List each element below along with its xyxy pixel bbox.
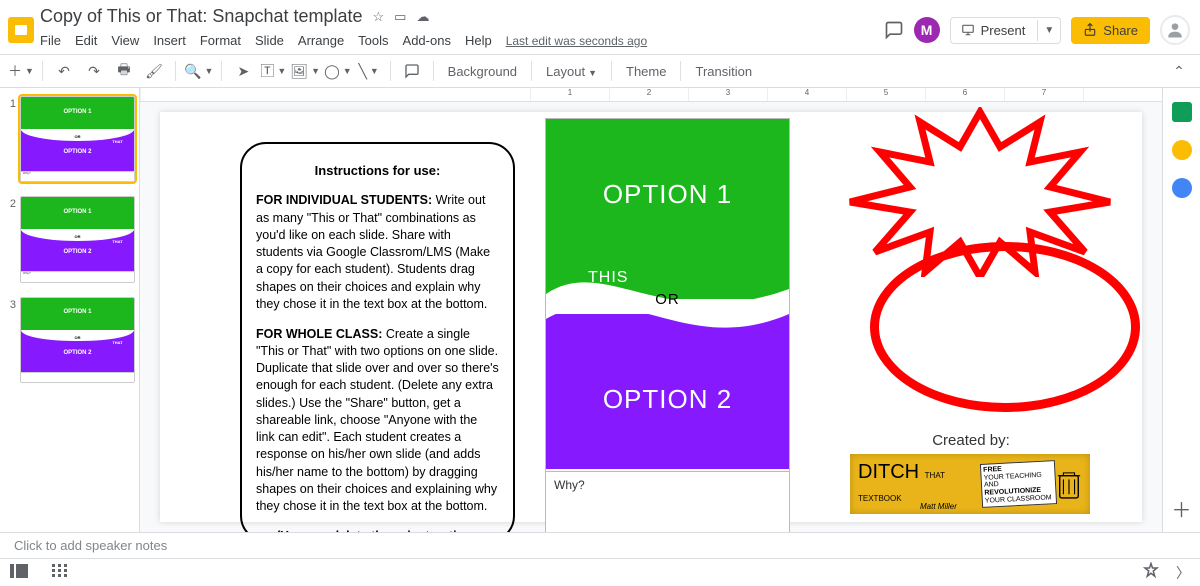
redo-button[interactable]: ↷ [81,58,107,84]
new-slide-button[interactable]: ＋▼ [8,58,34,84]
menu-slide[interactable]: Slide [255,33,284,48]
title-bar: Copy of This or That: Snapchat template … [0,0,1200,54]
collaborator-avatar[interactable]: M [914,17,940,43]
slide-number: 3 [4,297,16,383]
select-tool[interactable]: ➤ [230,58,256,84]
why-textbox[interactable]: Why? [546,471,789,532]
shape-area: Created by: DITCH THAT TEXTBOOK Matt Mil… [840,112,1122,512]
mini-option1: OPTION 1 [21,309,134,315]
star-icon[interactable]: ☆ [373,9,385,25]
individual-label: FOR INDIVIDUAL STUDENTS: [256,193,432,207]
speaker-notes[interactable]: Click to add speaker notes [0,532,1200,558]
layout-button[interactable]: Layout▼ [540,64,603,79]
side-panel: ＋ [1162,88,1200,532]
menu-help[interactable]: Help [465,33,492,48]
menu-insert[interactable]: Insert [153,33,186,48]
transition-button[interactable]: Transition [689,64,758,79]
menu-format[interactable]: Format [200,33,241,48]
slide-thumbnail-3[interactable]: OPTION 1 THIS OR THAT OPTION 2 [20,297,135,383]
filmstrip-view-icon[interactable] [10,564,28,581]
hide-sidepanel-icon[interactable]: 〉 [1176,563,1190,583]
bottom-bar: 〉 [0,558,1200,586]
delete-note: (You can delete these instructions befor… [256,528,499,532]
present-button-group: Present ▼ [950,17,1062,44]
comment-tool[interactable] [399,58,425,84]
created-by-label: Created by: [840,432,1102,449]
toolbar: ＋▼ ↶ ↷ 🖶 🖌 🔍▼ ➤ 🅃▼ 🖼▼ ◯▼ ╲▼ Background L… [0,54,1200,88]
instructions-box[interactable]: Instructions for use: FOR INDIVIDUAL STU… [240,142,515,532]
option1-label[interactable]: OPTION 1 [546,179,789,210]
menu-tools[interactable]: Tools [358,33,388,48]
image-tool[interactable]: 🖼▼ [290,58,320,84]
paint-format-button[interactable]: 🖌 [141,58,167,84]
present-dropdown[interactable]: ▼ [1037,20,1060,41]
mini-option1: OPTION 1 [21,209,134,215]
explore-icon[interactable] [1142,562,1160,583]
theme-button[interactable]: Theme [620,64,672,79]
menu-edit[interactable]: Edit [75,33,97,48]
slide-thumbnail-1[interactable]: OPTION 1 THIS OR THAT OPTION 2 Why? [20,96,135,182]
menu-addons[interactable]: Add-ons [403,33,451,48]
mini-why: Why? [23,271,31,275]
tasks-addon-icon[interactable] [1172,178,1192,198]
shape-tool[interactable]: ◯▼ [324,58,352,84]
workspace: 1 OPTION 1 THIS OR THAT OPTION 2 Why? 2 … [0,88,1200,532]
share-button[interactable]: Share [1071,17,1150,44]
slides-logo-icon[interactable] [8,17,34,43]
print-button[interactable]: 🖶 [111,58,137,84]
account-avatar[interactable] [1160,15,1190,45]
move-icon[interactable]: ▭ [394,9,406,25]
background-button[interactable]: Background [442,64,523,79]
comments-icon[interactable] [884,20,904,40]
trashcan-icon [1056,467,1082,501]
class-label: FOR WHOLE CLASS: [256,327,382,341]
horizontal-ruler: 12 34 56 7 [140,88,1162,102]
mini-that: THAT [112,340,122,345]
menu-file[interactable]: File [40,33,61,48]
mini-option2: OPTION 2 [21,350,134,356]
collapse-toolbar-icon[interactable]: ⌃ [1166,58,1192,84]
menu-arrange[interactable]: Arrange [298,33,344,48]
last-edit-link[interactable]: Last edit was seconds ago [506,34,647,48]
mini-that: THAT [112,239,122,244]
document-title[interactable]: Copy of This or That: Snapchat template [40,6,363,27]
option2-label[interactable]: OPTION 2 [546,384,789,415]
filmstrip[interactable]: 1 OPTION 1 THIS OR THAT OPTION 2 Why? 2 … [0,88,140,532]
line-tool[interactable]: ╲▼ [356,58,382,84]
textbox-tool[interactable]: 🅃▼ [260,58,286,84]
this-label[interactable]: THIS [588,269,628,287]
zoom-button[interactable]: 🔍▼ [184,58,213,84]
slide-number: 2 [4,196,16,282]
undo-button[interactable]: ↶ [51,58,77,84]
mini-option2: OPTION 2 [21,149,134,155]
grid-view-icon[interactable] [52,564,68,581]
mini-that: THAT [112,139,122,144]
mini-why: Why? [23,171,31,175]
calendar-addon-icon[interactable] [1172,102,1192,122]
slide-canvas[interactable]: 12 34 56 7 Instructions for use: FOR IND… [140,88,1162,532]
individual-text: Write out as many "This or That" combina… [256,193,490,311]
or-label[interactable]: OR [546,291,789,308]
instructions-heading: Instructions for use: [256,162,499,180]
keep-addon-icon[interactable] [1172,140,1192,160]
menu-view[interactable]: View [111,33,139,48]
add-addon-icon[interactable]: ＋ [1172,498,1192,518]
present-label: Present [981,23,1026,38]
slide-surface[interactable]: Instructions for use: FOR INDIVIDUAL STU… [160,112,1142,522]
cloud-status-icon[interactable]: ☁ [416,9,429,25]
that-label[interactable]: THAT [696,311,741,329]
red-oval-shape[interactable] [870,242,1140,412]
ditch-textbook-badge[interactable]: DITCH THAT TEXTBOOK Matt Miller FREEYOUR… [850,454,1090,514]
share-label: Share [1103,23,1138,38]
class-text: Create a single "This or That" with two … [256,327,499,514]
phone-mock[interactable]: OPTION 1 THIS OR THAT OPTION 2 Why? Name… [545,118,790,532]
present-button[interactable]: Present [951,18,1036,43]
mini-option1: OPTION 1 [21,109,134,115]
slide-thumbnail-2[interactable]: OPTION 1 THIS OR THAT OPTION 2 Why? [20,196,135,282]
mini-option2: OPTION 2 [21,249,134,255]
slide-number: 1 [4,96,16,182]
